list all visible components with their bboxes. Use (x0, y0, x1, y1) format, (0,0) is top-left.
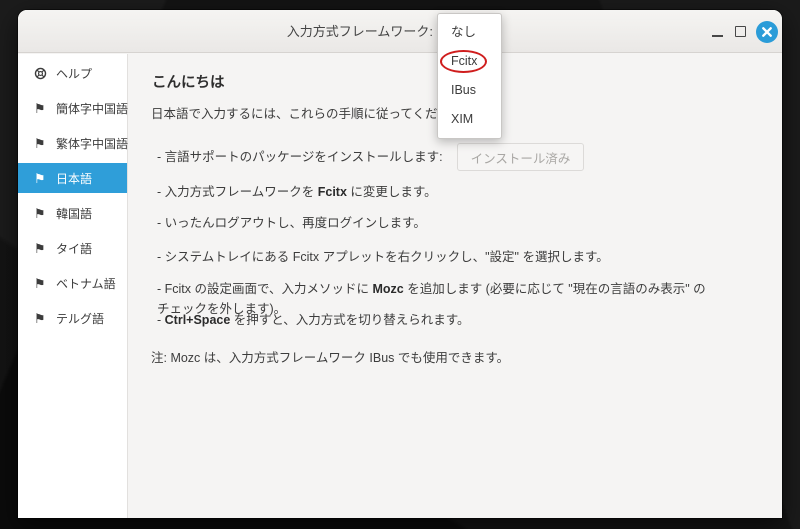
step-bold-text: Mozc (372, 282, 403, 296)
step-tray-applet: - システムトレイにある Fcitx アプレットを右クリックし、"設定" を選択… (157, 249, 609, 265)
sidebar-item-japanese[interactable]: ⚑ 日本語 (18, 163, 127, 193)
app-window: 入力方式フレームワーク: (18, 10, 782, 518)
sidebar-item-label: 韓国語 (56, 205, 92, 222)
step-text: - (157, 313, 165, 327)
sidebar-item-thai[interactable]: ⚑ タイ語 (18, 233, 127, 263)
sidebar-item-simplified-chinese[interactable]: ⚑ 簡体字中国語 (18, 93, 127, 123)
flag-icon: ⚑ (34, 137, 48, 150)
step-text: - Fcitx の設定画面で、入力メソッドに (157, 282, 372, 296)
framework-dropdown: なし Fcitx IBus XIM (437, 13, 502, 139)
step-bold-text: Ctrl+Space (165, 313, 231, 327)
step-text: - 言語サポートのパッケージをインストールします: (157, 149, 443, 165)
sidebar-item-korean[interactable]: ⚑ 韓国語 (18, 198, 127, 228)
maximize-icon (735, 26, 746, 37)
sidebar-item-label: ヘルプ (56, 65, 92, 82)
step-install-language-support: - 言語サポートのパッケージをインストールします: インストール済み (157, 143, 584, 171)
step-text: - 入力方式フレームワークを (157, 185, 318, 199)
flag-icon: ⚑ (34, 172, 48, 185)
flag-icon: ⚑ (34, 102, 48, 115)
note-text: 注: Mozc は、入力方式フレームワーク IBus でも使用できます。 (151, 350, 509, 366)
help-icon (34, 67, 48, 80)
flag-icon: ⚑ (34, 242, 48, 255)
window-title: 入力方式フレームワーク: (287, 10, 433, 53)
step-change-framework: - 入力方式フレームワークを Fcitx に変更します。 (157, 184, 437, 200)
sidebar-item-help[interactable]: ヘルプ (18, 58, 127, 88)
flag-icon: ⚑ (34, 207, 48, 220)
dropdown-item-ibus[interactable]: IBus (438, 76, 501, 105)
minimize-icon (712, 35, 723, 37)
page-title: こんにちは (152, 71, 225, 92)
sidebar-item-label: ベトナム語 (56, 275, 116, 292)
sidebar-item-label: テルグ語 (56, 310, 104, 327)
sidebar-item-label: タイ語 (56, 240, 92, 257)
sidebar-item-traditional-chinese[interactable]: ⚑ 繁体字中国語 (18, 128, 127, 158)
step-bold-text: Fcitx (318, 185, 347, 199)
step-shortcut: - Ctrl+Space を押すと、入力方式を切り替えられます。 (157, 312, 470, 328)
sidebar-item-telugu[interactable]: ⚑ テルグ語 (18, 303, 127, 333)
close-button[interactable] (756, 21, 778, 43)
sidebar-item-label: 繁体字中国語 (56, 135, 128, 152)
maximize-button[interactable] (733, 25, 747, 39)
sidebar: ヘルプ ⚑ 簡体字中国語 ⚑ 繁体字中国語 ⚑ 日本語 ⚑ 韓国語 ⚑ タイ語 (18, 54, 128, 518)
step-text: を押すと、入力方式を切り替えられます。 (230, 313, 469, 327)
step-relogin: - いったんログアウトし、再度ログインします。 (157, 215, 426, 231)
step-text: に変更します。 (347, 185, 437, 199)
window-controls (710, 10, 778, 53)
dropdown-item-xim[interactable]: XIM (438, 105, 501, 134)
minimize-button[interactable] (710, 25, 724, 39)
sidebar-item-vietnamese[interactable]: ⚑ ベトナム語 (18, 268, 127, 298)
dropdown-item-fcitx[interactable]: Fcitx (438, 47, 501, 76)
flag-icon: ⚑ (34, 312, 48, 325)
titlebar[interactable]: 入力方式フレームワーク: (18, 10, 782, 53)
sidebar-item-label: 簡体字中国語 (56, 100, 128, 117)
flag-icon: ⚑ (34, 277, 48, 290)
desktop-background: 入力方式フレームワーク: (0, 0, 800, 529)
dropdown-item-none[interactable]: なし (438, 18, 501, 47)
sidebar-item-label: 日本語 (56, 170, 92, 187)
close-icon (762, 27, 772, 37)
installed-button[interactable]: インストール済み (457, 143, 585, 171)
intro-text: 日本語で入力するには、これらの手順に従ってください。 (151, 106, 475, 122)
